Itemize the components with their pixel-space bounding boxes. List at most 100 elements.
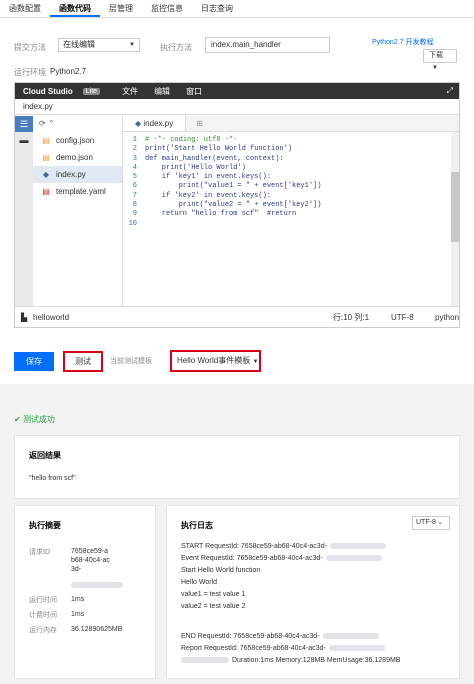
summary-card: 执行摘要 请求ID 7658ce59-ab68-40c4-ac3d- 运行时间 1… — [14, 505, 156, 679]
download-button[interactable]: 下载 ▼ — [423, 49, 457, 71]
menu-window[interactable]: 窗口 — [178, 86, 210, 97]
refresh-icon[interactable]: ⟳ — [39, 119, 46, 128]
ide-header: Cloud Studio Lite 文件 编辑 窗口 ⤢ — [15, 83, 459, 99]
tab-function-config[interactable]: 函数配置 — [0, 0, 50, 17]
redacted-text — [322, 633, 379, 640]
code-line: 10 — [123, 220, 459, 229]
editor-tabs: ◆ index.py ⊞ — [123, 116, 459, 132]
log-text: Report RequestId: 7658ce59-ab68-40c4-ac3… — [181, 645, 326, 652]
log-line: Event RequestId: 7658ce59-ab68-40c4-ac3d… — [181, 553, 382, 564]
log-text: Event RequestId: 7658ce59-ab68-40c4-ac3d… — [181, 555, 323, 562]
log-encoding-value: UTF-8 — [416, 519, 436, 526]
exec-method-label: 执行方法 — [160, 43, 192, 52]
check-circle-icon: ✔ — [14, 415, 21, 424]
status-bar: ▙ helloworld 行:10 列:1 UTF-8 python — [15, 306, 459, 327]
code-line: 8 print("value2 = " + event['key2']) — [123, 201, 459, 210]
tab-layer[interactable]: 层管理 — [100, 0, 142, 17]
test-template-label: 当前测试模板 — [110, 358, 152, 365]
status-function: helloworld — [33, 312, 70, 322]
file-name: template.yaml — [56, 187, 106, 196]
file-name: index.py — [56, 170, 86, 179]
editor-scrollbar[interactable] — [451, 132, 459, 306]
expand-icon[interactable]: ⤢ — [447, 86, 459, 96]
log-text: value1 = test value 1 — [181, 591, 246, 598]
editor-tab-index[interactable]: ◆ index.py — [123, 116, 187, 131]
submit-method-select[interactable]: 在线编辑 ▼ — [58, 38, 140, 52]
line-number: 7 — [132, 191, 137, 200]
chevron-down-icon: ▼ — [252, 359, 259, 365]
test-success-label: 测试成功 — [22, 415, 55, 424]
log-line: Start Hello World function — [181, 565, 260, 576]
file-item[interactable]: ◆ index.py — [33, 166, 122, 183]
code-lines: 1 # -*- coding: utf8 -*- 2 print('Start Hel… — [123, 132, 459, 229]
code-text: print('Hello World') — [145, 163, 246, 172]
code-line: 9 return "hello from scf" #return — [123, 210, 459, 219]
code-text: print("value1 = " + event['key1']) — [145, 182, 322, 191]
tab-monitor[interactable]: 监控信息 — [142, 0, 192, 17]
line-number: 2 — [132, 145, 137, 154]
return-value: "hello from scf" — [29, 475, 76, 482]
code-text: def main_handler(event, context): — [145, 154, 284, 163]
python-file-icon: ◆ — [135, 119, 142, 128]
save-button[interactable]: 保存 — [14, 352, 54, 371]
code-line: 4 print('Hello World') — [123, 164, 459, 173]
list-icon[interactable]: ☰ — [15, 116, 33, 132]
collapse-icon[interactable]: ⌃ — [48, 119, 55, 128]
file-explorer: ⟳ ⌃ ▤ config.json ▤ demo.json ◆ index.py ▤ t… — [33, 116, 123, 306]
code-text: # -*- coding: utf8 -*- — [145, 136, 238, 144]
submit-method-label: 提交方法 — [14, 43, 46, 52]
memory-label: 运行内存 — [29, 627, 57, 634]
folder-icon[interactable]: ▬ — [15, 132, 33, 148]
code-text: if 'key2' in event.keys(): — [145, 191, 272, 200]
file-item[interactable]: ▤ demo.json — [33, 149, 122, 166]
env-value: Python2.7 — [50, 67, 87, 76]
log-line: Duration:1ms Memory:128MB MemUsage:36.12… — [181, 655, 400, 666]
log-text: Start Hello World function — [181, 567, 261, 574]
file-item[interactable]: ▤ template.yaml — [33, 183, 122, 200]
line-number: 4 — [132, 163, 137, 172]
log-encoding-select[interactable]: UTF-8 ⌄ — [412, 516, 450, 530]
return-card: 返回结果 "hello from scf" — [14, 435, 460, 499]
code-editor[interactable]: ◆ index.py ⊞ 1 # -*- coding: utf8 -*- 2 pri… — [123, 116, 459, 306]
submit-method-value: 在线编辑 — [63, 40, 95, 49]
file-name: demo.json — [56, 153, 93, 162]
exec-method-input[interactable]: index.main_handler — [205, 37, 330, 53]
editor-tab-label: index.py — [143, 119, 174, 128]
test-template-select[interactable]: Hello World事件模板 ▼ — [170, 350, 261, 372]
log-text: END RequestId: 7658ce59-ab68-40c4-ac3d- — [181, 633, 320, 640]
file-title: index.py — [15, 99, 459, 115]
line-number: 5 — [132, 173, 137, 182]
log-line: Report RequestId: 7658ce59-ab68-40c4-ac3… — [181, 643, 385, 654]
log-text: value2 = test value 2 — [181, 603, 246, 610]
new-tab-icon[interactable]: ⊞ — [186, 116, 213, 131]
log-text: START RequestId: 7658ce59-ab68-40c4-ac3d… — [181, 543, 327, 550]
request-id-value: 7658ce59-ab68-40c4-ac3d- — [71, 548, 110, 573]
json-file-icon: ▤ — [42, 136, 50, 145]
top-tabs: 函数配置 函数代码 层管理 监控信息 日志查询 — [0, 0, 474, 18]
code-text: if 'key1' in event.keys(): — [145, 173, 272, 182]
scrollbar-thumb[interactable] — [451, 172, 459, 242]
code-text: print('Start Hello World function') — [145, 145, 293, 154]
redacted-text — [329, 543, 386, 550]
log-line: START RequestId: 7658ce59-ab68-40c4-ac3d… — [181, 541, 386, 552]
tab-logs[interactable]: 日志查询 — [192, 0, 242, 17]
yaml-file-icon: ▤ — [42, 187, 50, 196]
file-item[interactable]: ▤ config.json — [33, 132, 122, 149]
test-button[interactable]: 测试 — [63, 351, 103, 372]
python-tutorial-link[interactable]: Python2.7 开发教程 — [372, 37, 433, 47]
tab-function-code[interactable]: 函数代码 — [50, 0, 100, 17]
code-line: 3 def main_handler(event, context): — [123, 155, 459, 164]
chevron-down-icon: ▼ — [432, 65, 438, 71]
activity-bar: ☰ ▬ — [15, 116, 33, 306]
menu-file[interactable]: 文件 — [114, 86, 146, 97]
chevron-down-icon: ⌄ — [437, 520, 443, 526]
redacted-text — [181, 657, 229, 664]
log-text: Duration:1ms Memory:128MB MemUsage:36.12… — [232, 657, 401, 664]
status-encoding: UTF-8 — [391, 312, 414, 322]
code-text: print("value2 = " + event['key2']) — [145, 201, 322, 210]
redacted-text — [325, 555, 382, 562]
cloud-studio-editor: Cloud Studio Lite 文件 编辑 窗口 ⤢ index.py ☰ … — [14, 82, 460, 328]
menu-edit[interactable]: 编辑 — [146, 86, 178, 97]
code-line: 5 if 'key1' in event.keys(): — [123, 173, 459, 182]
request-id-label: 请求ID — [29, 549, 50, 556]
